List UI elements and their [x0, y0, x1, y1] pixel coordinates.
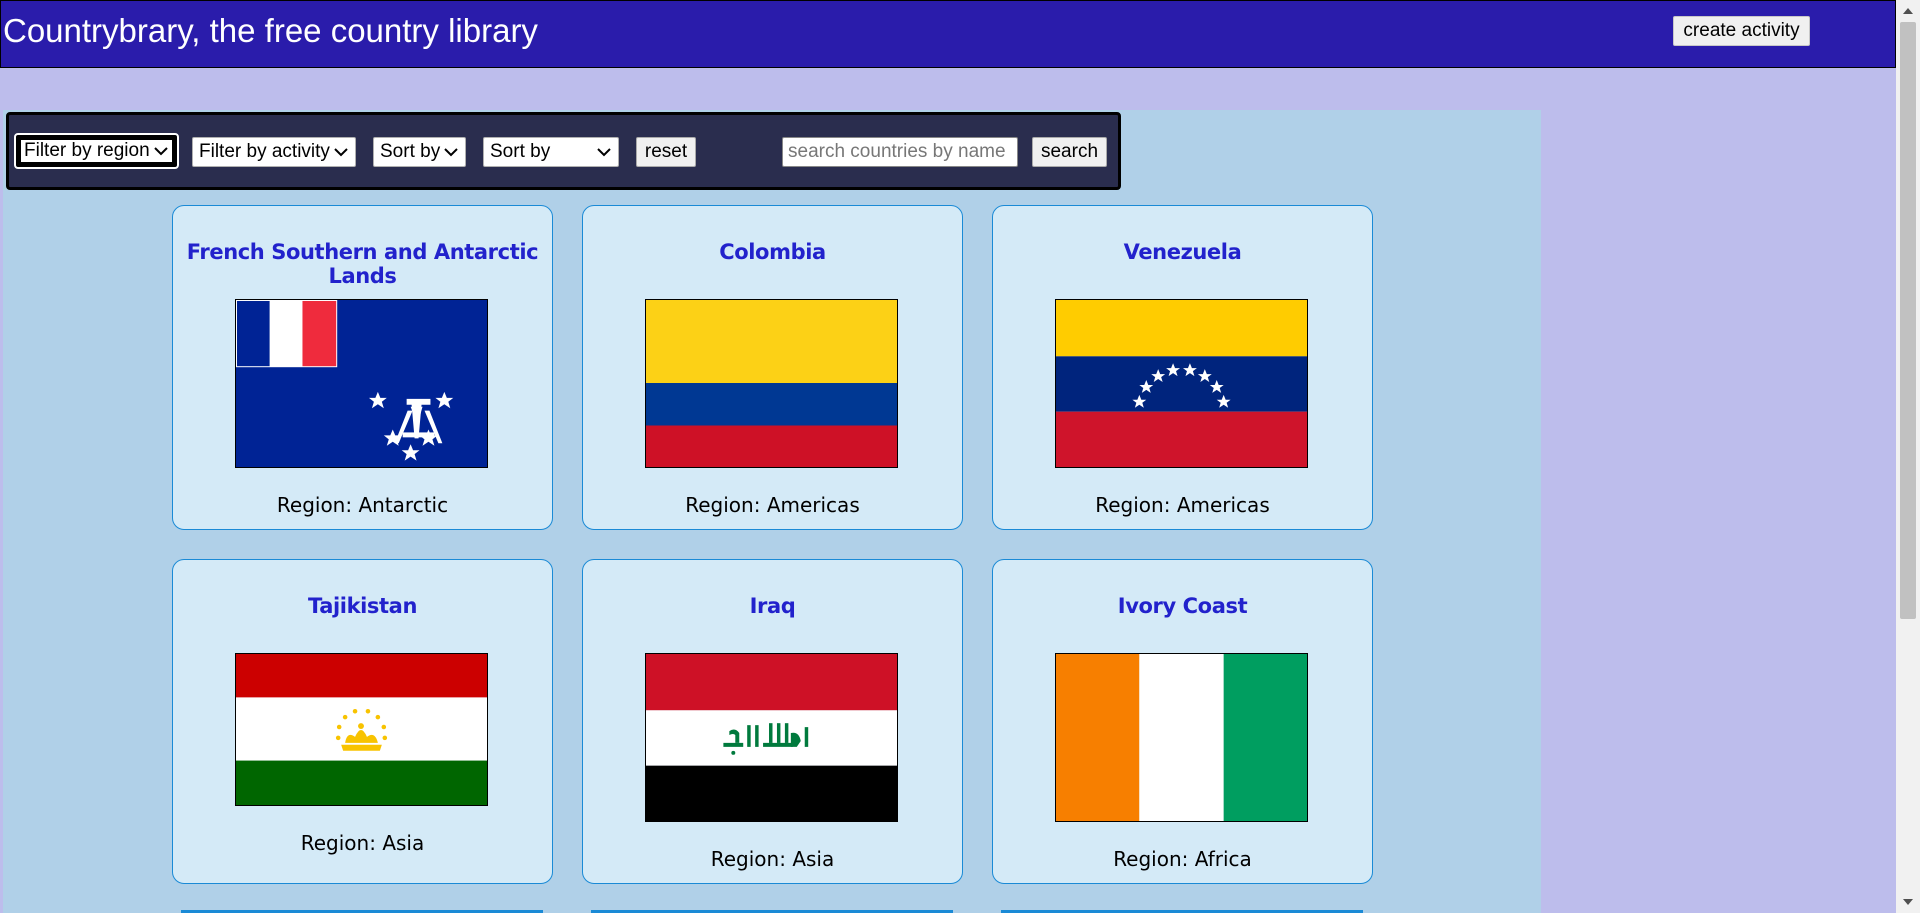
country-flag: [1055, 653, 1308, 822]
country-region: Region: Americas: [685, 493, 860, 517]
filter-activity-label: Filter by activity: [199, 141, 330, 162]
country-region: Region: Africa: [1113, 847, 1252, 871]
country-name: French Southern and Antarctic Lands: [186, 240, 539, 288]
country-name: Venezuela: [1123, 240, 1242, 264]
chevron-down-icon: [154, 147, 168, 156]
sort-select-1[interactable]: Sort by: [373, 137, 466, 167]
sort-2-label: Sort by: [490, 141, 551, 162]
country-flag: [235, 653, 488, 806]
scroll-down-arrow-icon[interactable]: [1902, 897, 1914, 907]
country-name: Ivory Coast: [1117, 594, 1248, 618]
scrollbar-thumb[interactable]: [1900, 22, 1916, 619]
country-name: Iraq: [749, 594, 796, 618]
reset-button[interactable]: reset: [636, 137, 696, 167]
country-region: Region: Americas: [1095, 493, 1270, 517]
country-flag: [645, 653, 898, 822]
chevron-down-icon: [444, 148, 458, 157]
filter-activity-select[interactable]: Filter by activity: [192, 137, 356, 167]
search-button[interactable]: search: [1032, 137, 1107, 167]
chevron-down-icon: [334, 148, 348, 157]
country-card[interactable]: Colombia Region: Americas: [582, 205, 963, 530]
country-card[interactable]: French Southern and Antarctic Lands Regi…: [172, 205, 553, 530]
country-card[interactable]: Ivory Coast Region: Africa: [992, 559, 1373, 884]
country-card[interactable]: Iraq Region: Asia: [582, 559, 963, 884]
country-region: Region: Asia: [710, 847, 835, 871]
filter-region-select[interactable]: Filter by region: [14, 133, 179, 169]
sort-select-2[interactable]: Sort by: [483, 137, 619, 167]
app-title: Countrybrary, the free country library: [3, 12, 538, 49]
create-activity-button[interactable]: create activity: [1673, 16, 1810, 46]
sort-1-label: Sort by: [380, 141, 441, 162]
filter-region-label: Filter by region: [24, 140, 150, 161]
scroll-up-arrow-icon[interactable]: [1902, 6, 1914, 16]
country-flag: [1055, 299, 1308, 468]
country-region: Region: Asia: [300, 831, 425, 855]
country-name: Tajikistan: [307, 594, 417, 618]
app-header: Countrybrary, the free country library: [0, 0, 1896, 68]
country-card[interactable]: Tajikistan Region: Asia: [172, 559, 553, 884]
country-flag: [645, 299, 898, 468]
country-name: Colombia: [719, 240, 826, 264]
country-card[interactable]: Venezuela Region: Americas: [992, 205, 1373, 530]
country-flag: [235, 299, 488, 468]
search-input[interactable]: [782, 137, 1018, 167]
chevron-down-icon: [597, 148, 611, 157]
country-region: Region: Antarctic: [276, 493, 449, 517]
